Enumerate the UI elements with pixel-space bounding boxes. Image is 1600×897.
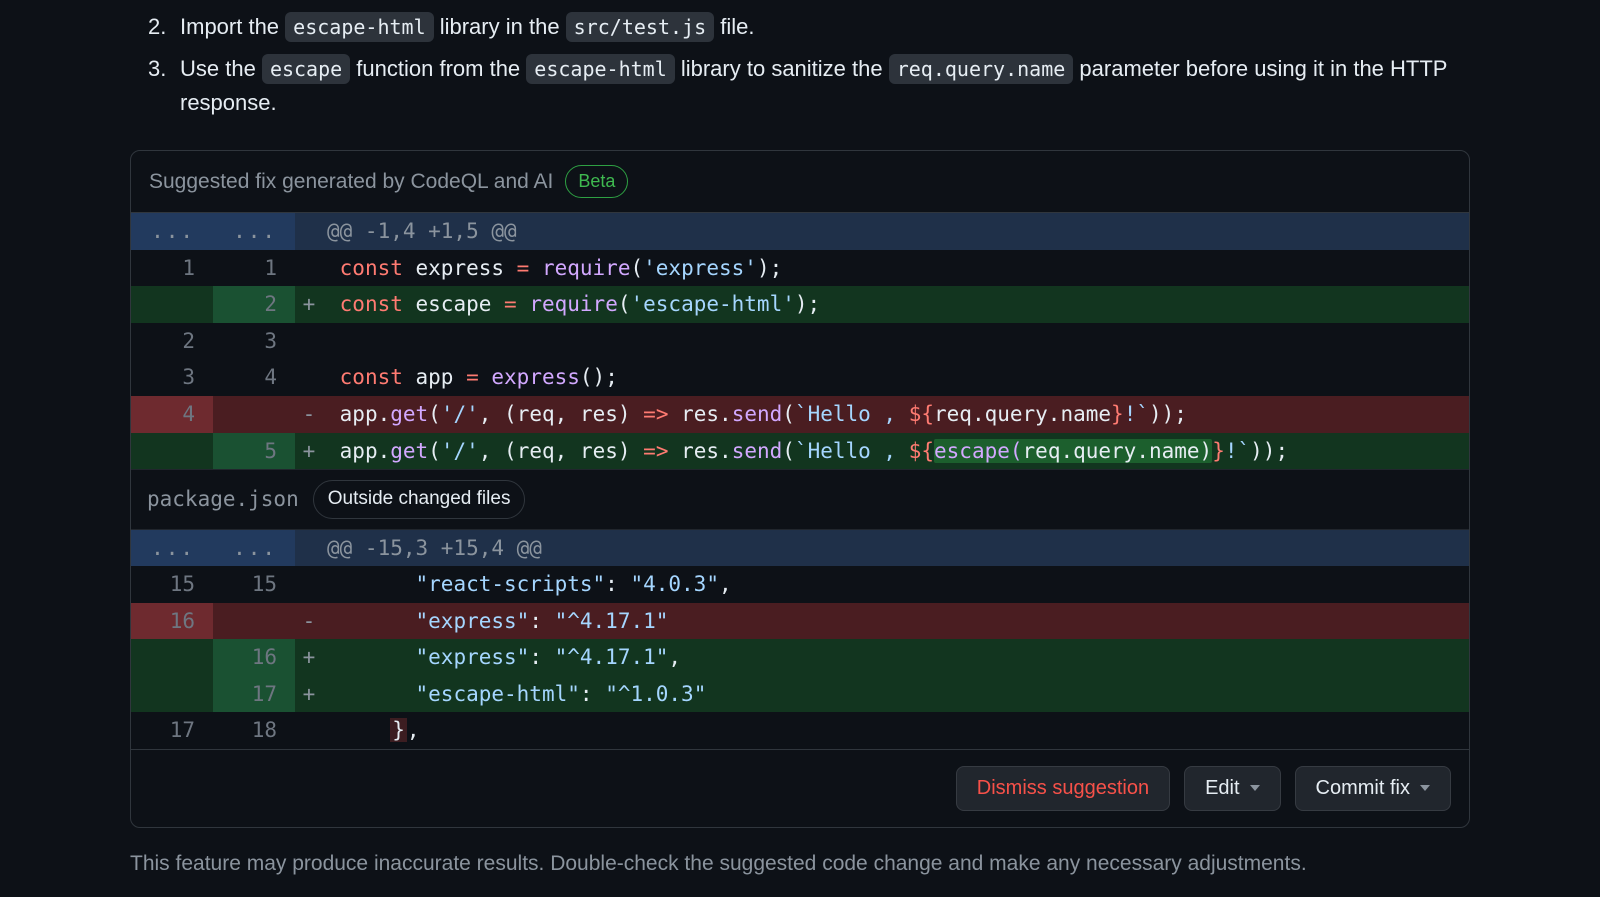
expand-icon[interactable]: ... [131, 530, 213, 567]
code-line: const escape = require('escape-html'); [323, 286, 1469, 323]
diff-line: 17 18 }, [131, 712, 1469, 749]
panel-header: Suggested fix generated by CodeQL and AI… [131, 151, 1469, 213]
new-lineno: 4 [213, 359, 295, 396]
hunk-text: @@ -1,4 +1,5 @@ [323, 213, 1469, 250]
add-marker: + [295, 676, 323, 713]
add-marker: + [295, 639, 323, 676]
new-lineno: 1 [213, 250, 295, 287]
del-marker: - [295, 396, 323, 433]
instruction-item-3: 3. Use the escape function from the esca… [170, 52, 1470, 120]
expand-icon[interactable]: ... [131, 213, 213, 250]
panel-title: Suggested fix generated by CodeQL and AI [149, 166, 553, 198]
diff-line-added: 16 + "express": "^4.17.1", [131, 639, 1469, 676]
diff-line: 1 1 const express = require('express'); [131, 250, 1469, 287]
code-line: const express = require('express'); [323, 250, 1469, 287]
code-escape-html: escape-html [285, 12, 433, 42]
code-line: "react-scripts": "4.0.3", [323, 566, 1469, 603]
code-line: }, [323, 712, 1469, 749]
code-line: "escape-html": "^1.0.3" [323, 676, 1469, 713]
del-marker: - [295, 603, 323, 640]
instruction-text: library to sanitize the [675, 56, 889, 81]
new-lineno: 5 [213, 433, 295, 470]
dismiss-suggestion-button[interactable]: Dismiss suggestion [956, 766, 1170, 811]
panel-footer: Dismiss suggestion Edit Commit fix [131, 749, 1469, 827]
new-lineno: 17 [213, 676, 295, 713]
diff-line-added: 5 + app.get('/', (req, res) => res.send(… [131, 433, 1469, 470]
code-line: "express": "^4.17.1" [323, 603, 1469, 640]
file-separator: package.json Outside changed files [131, 469, 1469, 530]
old-lineno: 1 [131, 250, 213, 287]
code-line: app.get('/', (req, res) => res.send(`Hel… [323, 433, 1469, 470]
old-lineno: 3 [131, 359, 213, 396]
code-line: const app = express(); [323, 359, 1469, 396]
chevron-down-icon [1420, 785, 1430, 791]
hunk-header: ... ... @@ -15,3 +15,4 @@ [131, 530, 1469, 567]
new-lineno: 16 [213, 639, 295, 676]
old-lineno: 15 [131, 566, 213, 603]
instruction-item-2: 2. Import the escape-html library in the… [170, 10, 1470, 44]
diff-line-removed: 16 - "express": "^4.17.1" [131, 603, 1469, 640]
diff-table-file1: ... ... @@ -1,4 +1,5 @@ 1 1 const expres… [131, 213, 1469, 469]
diff-line: 3 4 const app = express(); [131, 359, 1469, 396]
new-lineno: 3 [213, 323, 295, 360]
new-lineno: 18 [213, 712, 295, 749]
code-src-test-js: src/test.js [566, 12, 714, 42]
diff-line-added: 17 + "escape-html": "^1.0.3" [131, 676, 1469, 713]
new-lineno: 2 [213, 286, 295, 323]
code-req-query-name: req.query.name [889, 54, 1074, 84]
diff-line: 15 15 "react-scripts": "4.0.3", [131, 566, 1469, 603]
old-lineno: 17 [131, 712, 213, 749]
code-line: app.get('/', (req, res) => res.send(`Hel… [323, 396, 1469, 433]
footer-disclaimer: This feature may produce inaccurate resu… [130, 848, 1470, 880]
code-escape: escape [262, 54, 350, 84]
list-number: 2. [148, 10, 166, 44]
add-marker: + [295, 433, 323, 470]
new-lineno: 15 [213, 566, 295, 603]
filename: package.json [147, 484, 299, 516]
suggested-fix-panel: Suggested fix generated by CodeQL and AI… [130, 150, 1470, 828]
add-marker: + [295, 286, 323, 323]
instruction-text: Import the [180, 14, 285, 39]
hunk-header: ... ... @@ -1,4 +1,5 @@ [131, 213, 1469, 250]
chevron-down-icon [1250, 785, 1260, 791]
instruction-list: 2. Import the escape-html library in the… [130, 10, 1470, 120]
expand-icon[interactable]: ... [213, 530, 295, 567]
old-lineno: 2 [131, 323, 213, 360]
hunk-text: @@ -15,3 +15,4 @@ [323, 530, 1469, 567]
expand-icon[interactable]: ... [213, 213, 295, 250]
beta-badge: Beta [565, 165, 628, 198]
code-line: "express": "^4.17.1", [323, 639, 1469, 676]
instruction-text: Use the [180, 56, 262, 81]
diff-line: 2 3 [131, 323, 1469, 360]
outside-changed-files-badge: Outside changed files [313, 480, 526, 519]
old-lineno: 4 [131, 396, 213, 433]
diff-table-file2: ... ... @@ -15,3 +15,4 @@ 15 15 "react-s… [131, 530, 1469, 749]
edit-button[interactable]: Edit [1184, 766, 1280, 811]
instruction-text: function from the [350, 56, 526, 81]
instruction-text: file. [714, 14, 754, 39]
diff-line-added: 2 + const escape = require('escape-html'… [131, 286, 1469, 323]
old-lineno: 16 [131, 603, 213, 640]
code-escape-html: escape-html [526, 54, 674, 84]
diff-line-removed: 4 - app.get('/', (req, res) => res.send(… [131, 396, 1469, 433]
instruction-text: library in the [434, 14, 566, 39]
commit-fix-button[interactable]: Commit fix [1295, 766, 1451, 811]
list-number: 3. [148, 52, 166, 86]
